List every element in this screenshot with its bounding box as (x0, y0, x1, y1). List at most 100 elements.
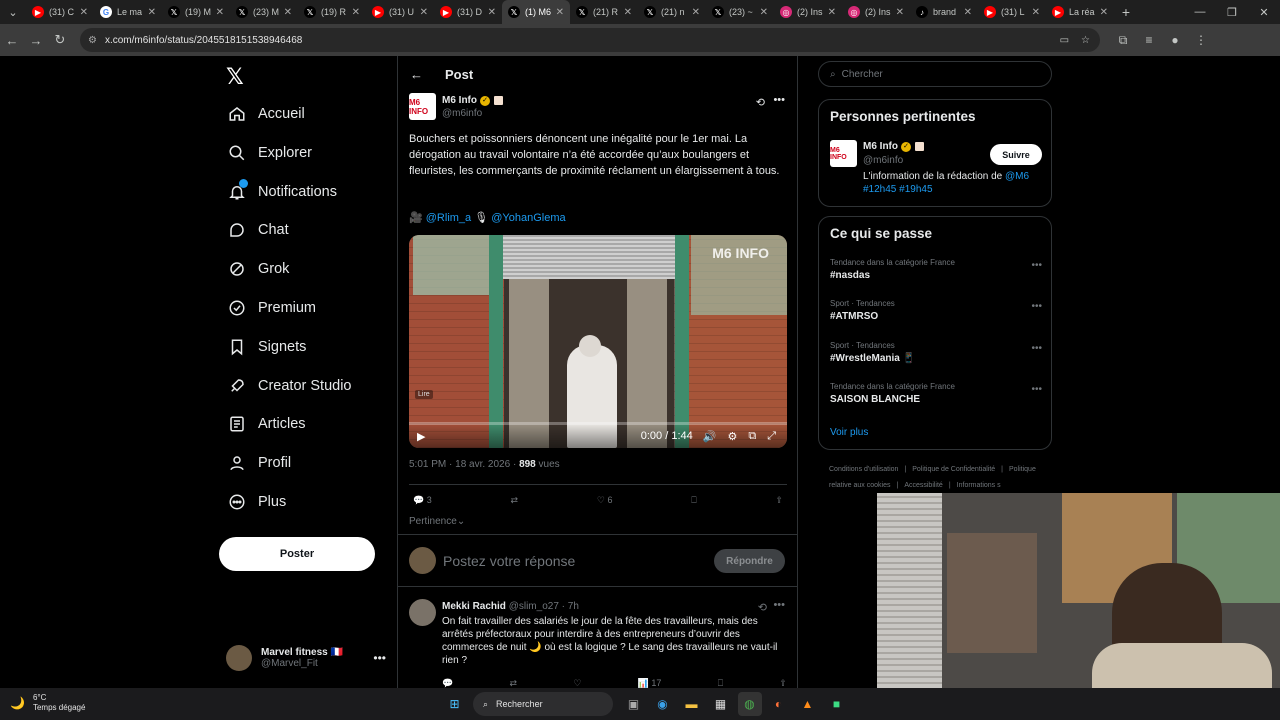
nav-item-chat[interactable]: Chat (226, 216, 289, 244)
back-arrow-icon[interactable]: ← (0, 33, 24, 48)
edge-icon[interactable]: ◉ (651, 692, 675, 716)
person-name[interactable]: M6 Info (863, 141, 898, 152)
browser-tab[interactable]: 𝕏 (23) M ✕ (230, 0, 298, 24)
file-explorer-icon[interactable]: ▬ (680, 692, 704, 716)
trend-item[interactable]: Sport · Tendances #WrestleMania 📱 ••• (830, 341, 1042, 364)
nav-item-creator-studio[interactable]: Creator Studio (226, 372, 352, 400)
post-button[interactable]: Poster (219, 537, 375, 571)
close-tab-icon[interactable]: ✕ (1100, 7, 1108, 18)
close-tab-icon[interactable]: ✕ (964, 7, 972, 18)
back-arrow-icon[interactable]: ← (410, 67, 423, 82)
search-input[interactable]: ⌕ Chercher (818, 61, 1052, 87)
browser-tab[interactable]: ▶ (31) D ✕ (434, 0, 502, 24)
nav-item-accueil[interactable]: Accueil (226, 100, 305, 128)
author-name[interactable]: M6 Info (442, 95, 477, 106)
close-tab-icon[interactable]: ✕ (148, 7, 156, 18)
footer-link[interactable]: Conditions d'utilisation (829, 466, 898, 473)
account-switcher[interactable]: Marvel fitness 🇫🇷 @Marvel_Fit ••• (226, 643, 396, 673)
more-icon[interactable]: ••• (1031, 260, 1042, 271)
close-tab-icon[interactable]: ✕ (216, 7, 224, 18)
reply-input[interactable]: Postez votre réponse (443, 553, 575, 569)
author-handle[interactable]: @m6info (442, 108, 482, 119)
site-info-icon[interactable]: ⚙ (88, 35, 97, 46)
bookmark-star-icon[interactable]: ☆ (1081, 35, 1090, 46)
views-action[interactable]: 📊 17 (638, 678, 662, 688)
reply-author[interactable]: Mekki Rachid @slim_o27 · 7h (442, 601, 579, 612)
nav-item-grok[interactable]: Grok (226, 255, 289, 283)
chrome-icon[interactable]: ◍ (737, 692, 762, 716)
reply-action[interactable]: 💬 3 (413, 495, 432, 506)
reply-sort-dropdown[interactable]: Pertinence⌄ (409, 516, 465, 527)
close-tab-icon[interactable]: ✕ (692, 7, 700, 18)
repost-icon[interactable]: ⇄ (510, 678, 518, 688)
more-icon[interactable]: ••• (1031, 301, 1042, 312)
extensions-icon[interactable]: ⧉ (1110, 33, 1136, 48)
nav-item-explorer[interactable]: Explorer (226, 139, 312, 167)
browser-tab[interactable]: 𝕏 (21) n ✕ (638, 0, 706, 24)
new-tab-button[interactable]: + (1114, 4, 1138, 20)
grok-icon[interactable]: ⟲ (756, 96, 765, 109)
weather-widget[interactable]: 🌙 6°C Temps dégagé (10, 693, 85, 713)
more-icon[interactable]: ••• (1031, 343, 1042, 354)
browser-tab[interactable]: 𝕏 (19) R ✕ (298, 0, 366, 24)
nav-item-premium[interactable]: Premium (226, 294, 316, 322)
browser-menu-icon[interactable]: ⋮ (1188, 33, 1214, 48)
reload-icon[interactable]: ↻ (48, 32, 72, 48)
tab-search-chevron-icon[interactable]: ⌄ (0, 0, 26, 24)
trend-item[interactable]: Sport · Tendances #ATMRSO ••• (830, 299, 1042, 322)
trend-item[interactable]: Tendance dans la catégorie France #nasdas… (830, 258, 1042, 281)
credit-link-1[interactable]: @Rlim_a (426, 212, 471, 224)
nav-item-plus[interactable]: Plus (226, 488, 286, 516)
profile-icon[interactable]: ● (1162, 33, 1188, 48)
close-tab-icon[interactable]: ✕ (556, 7, 564, 18)
taskbar-search[interactable]: ⌕ Rechercher (473, 692, 613, 716)
browser-tab[interactable]: ◎ (2) Ins ✕ (842, 0, 910, 24)
more-icon[interactable]: ••• (773, 599, 785, 611)
nav-item-articles[interactable]: Articles (226, 410, 306, 438)
picture-in-picture-icon[interactable]: ⧉ (748, 430, 756, 443)
share-icon[interactable]: ⇪ (779, 678, 787, 688)
minimize-icon[interactable]: — (1184, 6, 1216, 19)
app-icon[interactable]: ■ (825, 692, 849, 716)
footer-link[interactable]: Accessibilité (904, 482, 943, 489)
see-more-link[interactable]: Voir plus (830, 427, 868, 438)
close-tab-icon[interactable]: ✕ (352, 7, 360, 18)
reading-mode-icon[interactable]: ≡ (1136, 33, 1162, 48)
close-tab-icon[interactable]: ✕ (80, 7, 88, 18)
close-window-icon[interactable]: ✕ (1248, 6, 1280, 19)
close-tab-icon[interactable]: ✕ (828, 7, 836, 18)
share-icon[interactable]: ⇪ (775, 495, 783, 506)
grok-icon[interactable]: ⟲ (758, 601, 767, 614)
reply-author-name[interactable]: Mekki Rachid (442, 601, 506, 612)
close-tab-icon[interactable]: ✕ (760, 7, 768, 18)
trend-item[interactable]: Tendance dans la catégorie France SAISON … (830, 382, 1042, 405)
firefox-icon[interactable]: ◐ (767, 692, 791, 716)
person-name-row[interactable]: M6 Info ✓ (863, 141, 924, 152)
maximize-icon[interactable]: ❐ (1216, 6, 1248, 19)
task-view-icon[interactable]: ▣ (622, 692, 646, 716)
more-icon[interactable]: ••• (373, 651, 386, 665)
browser-tab[interactable]: G Le ma ✕ (94, 0, 162, 24)
close-tab-icon[interactable]: ✕ (624, 7, 632, 18)
settings-gear-icon[interactable]: ⚙ (727, 430, 737, 443)
avatar[interactable]: M6 INFO (830, 140, 857, 167)
more-icon[interactable]: ••• (1031, 384, 1042, 395)
browser-tab[interactable]: ▶ (31) L ✕ (978, 0, 1046, 24)
close-tab-icon[interactable]: ✕ (1032, 7, 1040, 18)
browser-tab[interactable]: ▶ (31) C ✕ (26, 0, 94, 24)
store-icon[interactable]: ▦ (709, 692, 733, 716)
vlc-icon[interactable]: ▲ (796, 692, 820, 716)
play-icon[interactable]: ▶ (417, 430, 425, 443)
close-tab-icon[interactable]: ✕ (896, 7, 904, 18)
browser-tab[interactable]: 𝕏 (1) M6 ✕ (502, 0, 570, 24)
author-avatar[interactable]: M6 INFO (409, 93, 436, 120)
volume-icon[interactable]: 🔊 (703, 430, 717, 443)
heart-icon[interactable]: ♡ (573, 678, 581, 688)
forward-arrow-icon[interactable]: → (24, 33, 48, 48)
video-player[interactable]: M6 INFO Lire ▶ 0:00 / 1:44 🔊 ⚙ ⧉ ⤢ (409, 235, 787, 448)
more-icon[interactable]: ••• (773, 94, 785, 106)
credit-link-2[interactable]: @YohanGlema (491, 212, 565, 224)
like-action[interactable]: ♡ 6 (597, 495, 613, 506)
reply-post[interactable]: Mekki Rachid @slim_o27 · 7h ⟲ ••• On fai… (398, 587, 797, 688)
post-date[interactable]: 5:01 PM · 18 avr. 2026 · (409, 459, 519, 470)
